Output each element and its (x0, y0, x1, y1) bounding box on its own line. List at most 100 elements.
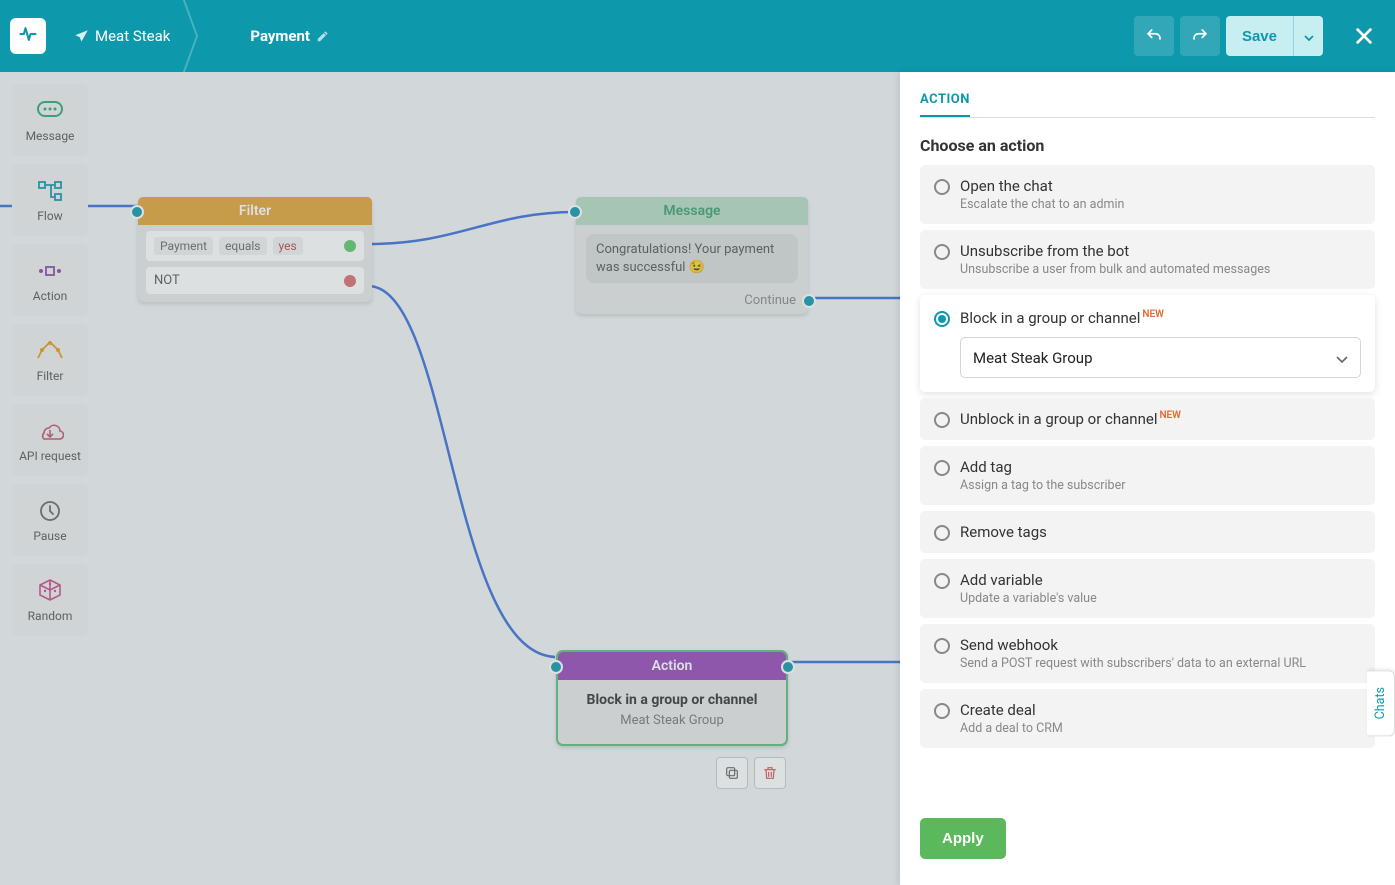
palette-label: Random (28, 609, 73, 623)
option-label: Unsubscribe from the bot (960, 242, 1361, 260)
port-in[interactable] (568, 205, 582, 219)
palette-pause[interactable]: Pause (12, 484, 88, 556)
option-label: Create deal (960, 701, 1361, 719)
node-tools (716, 757, 786, 789)
message-icon (36, 97, 64, 125)
palette-label: API request (19, 449, 81, 463)
breadcrumb: Meat Steak Payment (60, 0, 344, 72)
radio-icon (934, 179, 950, 195)
option-text: Unblock in a group or channelNEW (960, 410, 1361, 428)
save-dropdown-button[interactable] (1293, 16, 1323, 56)
save-button[interactable]: Save (1226, 16, 1293, 56)
radio-icon (934, 311, 950, 327)
option-text: Remove tags (960, 523, 1361, 541)
radio-icon (934, 525, 950, 541)
logo[interactable] (10, 18, 46, 54)
action-option[interactable]: Block in a group or channelNEWMeat Steak… (920, 295, 1375, 392)
radio-icon (934, 573, 950, 589)
action-label: Block in a group or channel (568, 692, 776, 708)
option-label: Open the chat (960, 177, 1361, 195)
save-group: Save (1226, 16, 1323, 56)
option-text: Unsubscribe from the bot Unsubscribe a us… (960, 242, 1361, 277)
header-actions: Save (1134, 15, 1385, 57)
option-desc: Unsubscribe a user from bulk and automat… (960, 262, 1361, 277)
message-text: Congratulations! Your payment was succes… (586, 234, 798, 283)
option-text: Send webhook Send a POST request with sub… (960, 636, 1361, 671)
port-true-dot (344, 240, 356, 252)
palette-random[interactable]: Random (12, 564, 88, 636)
option-text: Create dealAdd a deal to CRM (960, 701, 1361, 736)
action-option[interactable]: Remove tags (920, 511, 1375, 553)
chats-side-tab[interactable]: Chats (1367, 670, 1395, 736)
breadcrumb-separator (196, 0, 224, 72)
breadcrumb-flow[interactable]: Payment (236, 27, 344, 45)
node-action[interactable]: Action Block in a group or channel Meat … (556, 650, 788, 746)
port-out[interactable] (802, 294, 816, 308)
block-palette: Message Flow Action Filter API request P… (12, 84, 88, 644)
trash-icon (762, 765, 778, 781)
filter-else-row[interactable]: NOT (146, 267, 364, 294)
palette-action[interactable]: Action (12, 244, 88, 316)
caret-down-icon (1304, 35, 1314, 41)
port-in[interactable] (130, 205, 144, 219)
group-selector[interactable]: Meat Steak Group (960, 337, 1361, 378)
option-desc: Send a POST request with subscribers' da… (960, 656, 1361, 671)
filter-condition-row[interactable]: Payment equals yes (146, 231, 364, 261)
palette-label: Message (26, 129, 75, 143)
option-text: Open the chatEscalate the chat to an adm… (960, 177, 1361, 212)
action-option[interactable]: Unsubscribe from the bot Unsubscribe a us… (920, 230, 1375, 289)
new-badge: NEW (1159, 410, 1181, 421)
node-message-title: Message (576, 197, 808, 225)
chevron-down-icon (1336, 348, 1348, 367)
action-option[interactable]: Send webhook Send a POST request with sub… (920, 624, 1375, 683)
redo-icon (1191, 27, 1209, 45)
option-label: Add tag (960, 458, 1361, 476)
radio-icon (934, 703, 950, 719)
action-option[interactable]: Create dealAdd a deal to CRM (920, 689, 1375, 748)
port-in[interactable] (549, 660, 563, 674)
pulse-icon (18, 24, 38, 49)
redo-button[interactable] (1180, 16, 1220, 56)
filter-op: equals (219, 237, 266, 255)
app-header: Meat Steak Payment Save (0, 0, 1395, 72)
radio-icon (934, 460, 950, 476)
palette-api-request[interactable]: API request (12, 404, 88, 476)
cloud-icon (36, 417, 64, 445)
panel-tab-action[interactable]: ACTION (920, 92, 970, 117)
message-body: Congratulations! Your payment was succes… (576, 225, 808, 289)
breadcrumb-flow-label: Payment (250, 27, 310, 45)
port-out[interactable] (781, 660, 795, 674)
panel-heading: Choose an action (920, 136, 1375, 155)
palette-flow[interactable]: Flow (12, 164, 88, 236)
duplicate-button[interactable] (716, 757, 748, 789)
undo-button[interactable] (1134, 16, 1174, 56)
action-option[interactable]: Add variableUpdate a variable's value (920, 559, 1375, 618)
filter-icon (36, 337, 64, 365)
delete-button[interactable] (754, 757, 786, 789)
breadcrumb-bot[interactable]: Meat Steak (60, 27, 184, 45)
node-message[interactable]: Message Congratulations! Your payment wa… (576, 197, 808, 314)
action-option[interactable]: Unblock in a group or channelNEW (920, 398, 1375, 440)
close-button[interactable] (1343, 15, 1385, 57)
option-desc: Update a variable's value (960, 591, 1361, 606)
action-icon (36, 257, 64, 285)
option-label: Send webhook (960, 636, 1361, 654)
action-options-list: Open the chatEscalate the chat to an adm… (920, 165, 1375, 748)
action-panel: ACTION Choose an action Open the chatEsc… (900, 72, 1395, 885)
message-continue: Continue (576, 289, 808, 314)
palette-label: Filter (37, 369, 64, 383)
option-label: Unblock in a group or channelNEW (960, 410, 1361, 428)
option-text: Block in a group or channelNEWMeat Steak… (960, 309, 1361, 378)
radio-icon (934, 412, 950, 428)
palette-filter[interactable]: Filter (12, 324, 88, 396)
breadcrumb-bot-label: Meat Steak (95, 27, 170, 45)
apply-button[interactable]: Apply (920, 818, 1006, 859)
group-selected-value: Meat Steak Group (973, 349, 1093, 367)
action-option[interactable]: Open the chatEscalate the chat to an adm… (920, 165, 1375, 224)
node-filter[interactable]: Filter Payment equals yes NOT (138, 197, 372, 302)
action-option[interactable]: Add tagAssign a tag to the subscriber (920, 446, 1375, 505)
palette-message[interactable]: Message (12, 84, 88, 156)
flow-icon (36, 177, 64, 205)
palette-label: Flow (37, 209, 62, 223)
radio-icon (934, 638, 950, 654)
